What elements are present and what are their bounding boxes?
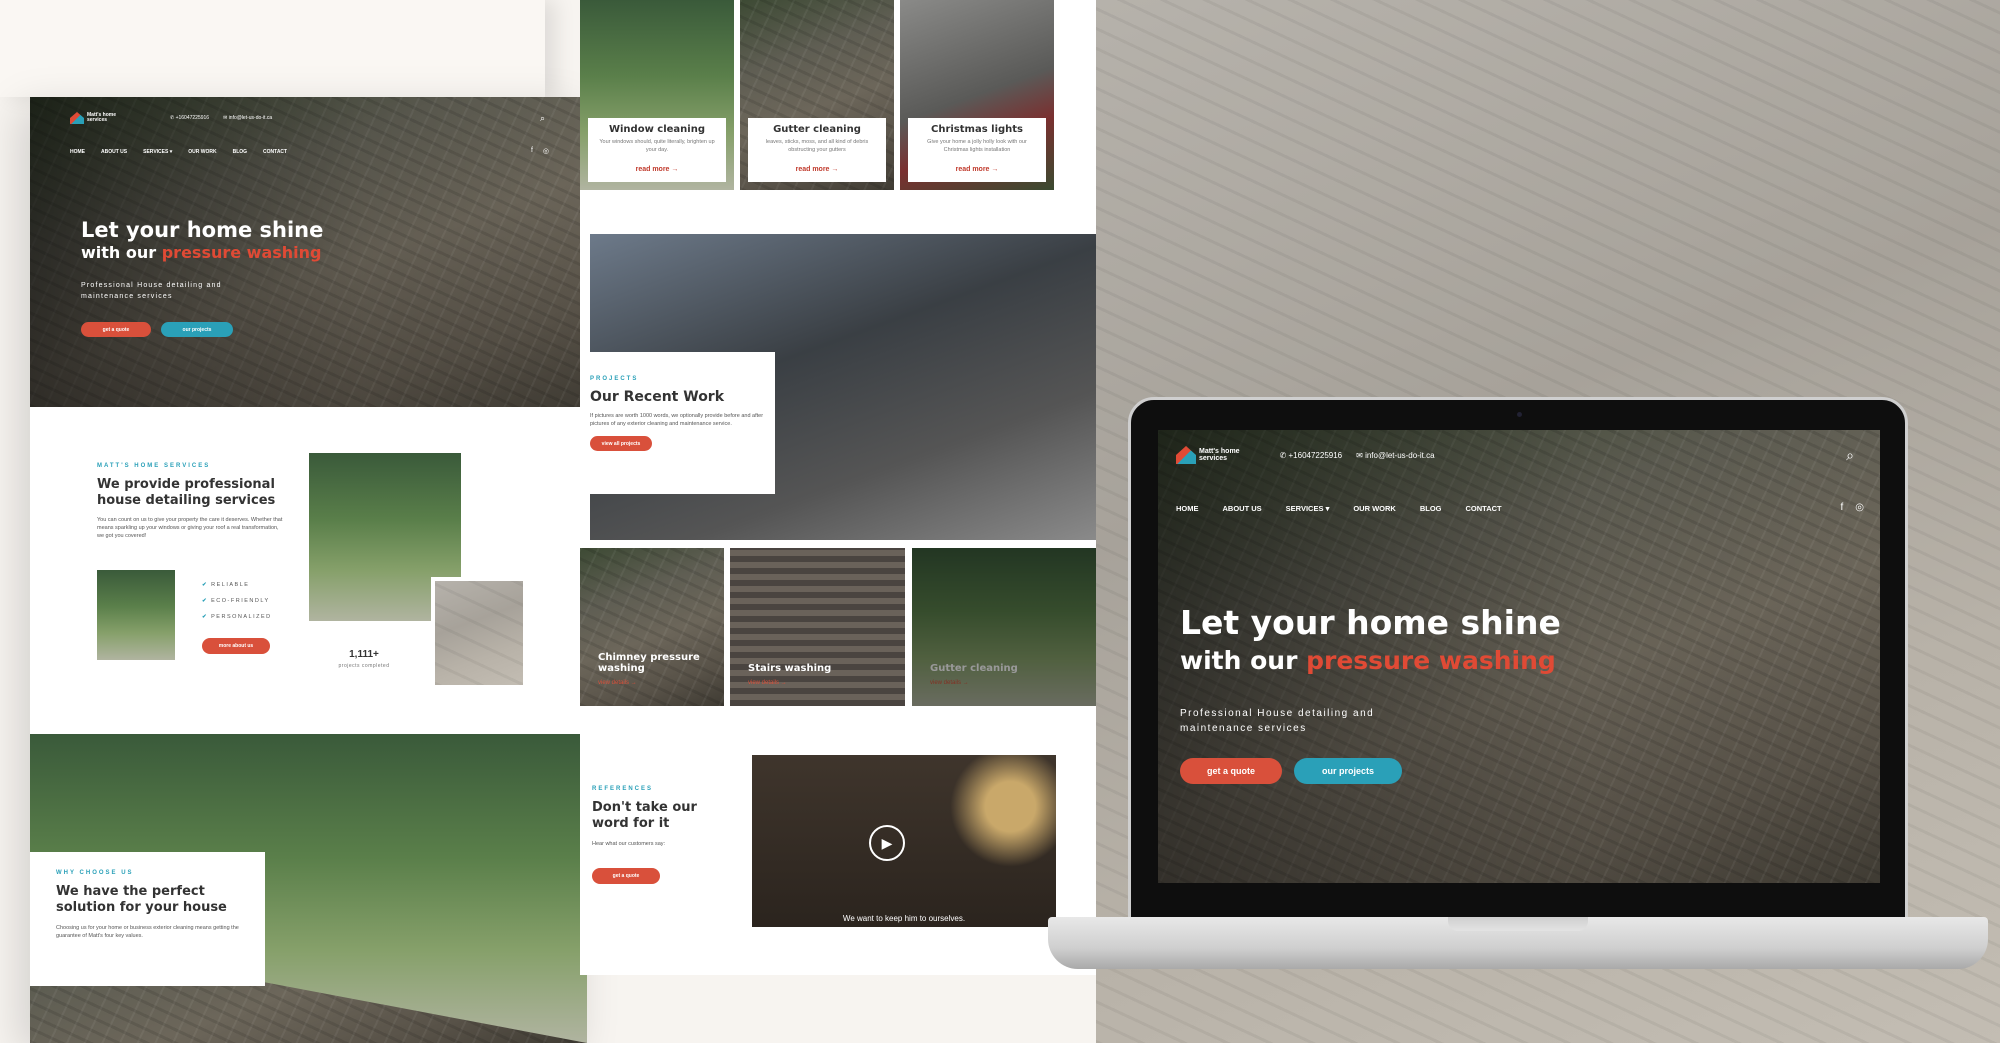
projects-card: PROJECTS Our Recent Work If pictures are… [580,352,775,494]
email-link[interactable]: ✉ info@let-us-do-it.ca [223,115,272,121]
get-quote-button[interactable]: get a quote [81,322,151,337]
webcam-icon [1517,412,1522,417]
instagram-icon[interactable]: ◎ [1855,502,1864,513]
pressure-washing-photo [97,570,175,660]
nav-blog[interactable]: BLOG [233,149,247,155]
check-icon: ✔ [202,614,209,620]
service-card[interactable]: Christmas lights Give your home a jolly h… [900,0,1054,190]
service-card[interactable]: Gutter cleaning leaves, sticks, moss, and… [740,0,894,190]
laptop-mockup: Matt's home services ✆ +16047225916 ✉ inf… [1048,397,1988,980]
brand-logo[interactable]: Matt's home services [70,112,116,124]
why-choose-card: WHY CHOOSE US We have the perfect soluti… [30,852,265,986]
references-title: Don't take our word for it [592,800,697,832]
work-card[interactable]: Stairs washing view details → [730,548,905,706]
house-logo-icon [70,112,84,124]
laptop-notch [1448,917,1588,931]
middle-page-mockup: Window cleaning Your windows should, quit… [580,0,1096,975]
arrow-right-icon: → [630,680,637,686]
nav-services[interactable]: SERVICES ▾ [143,149,172,155]
phone-icon: ✆ [169,115,175,121]
nav-about[interactable]: ABOUT US [101,149,127,155]
email-icon: ✉ [1356,450,1363,460]
main-nav: HOME ABOUT US SERVICES ▾ OUR WORK BLOG C… [1176,504,1502,513]
laptop-base [1048,917,1988,969]
check-icon: ✔ [202,598,209,604]
play-icon[interactable]: ▶ [869,825,905,861]
our-projects-button[interactable]: our projects [161,322,233,337]
arrow-right-icon: → [962,680,969,686]
get-quote-button[interactable]: get a quote [1180,758,1282,784]
house-logo-icon [1176,446,1196,464]
hero-subtitle: Professional House detailing and mainten… [81,282,222,300]
main-nav: HOME ABOUT US SERVICES ▾ OUR WORK BLOG C… [70,149,287,155]
value-checklist: ✔ RELIABLE ✔ ECO-FRIENDLY ✔ PERSONALIZED [202,582,272,620]
laptop-screen: Matt's home services ✆ +16047225916 ✉ inf… [1158,430,1880,883]
view-details-link[interactable]: view details → [598,680,637,686]
arrow-right-icon: → [831,166,839,174]
search-icon[interactable]: ⌕ [540,113,545,124]
arrow-right-icon: → [991,166,999,174]
phone-icon: ✆ [1279,450,1287,460]
facebook-icon[interactable]: f [1840,502,1843,513]
nav-home[interactable]: HOME [70,149,85,155]
email-link[interactable]: ✉ info@let-us-do-it.ca [1356,451,1434,460]
gutter-moss-photo [431,577,527,689]
left-page-mockup: Matt's home services ✆ +16047225916 ✉ inf… [30,97,587,1043]
nav-contact[interactable]: CONTACT [1466,504,1502,513]
nav-blog[interactable]: BLOG [1420,504,1442,513]
hero-title: Let your home shine with our pressure wa… [81,218,324,263]
laptop-lid: Matt's home services ✆ +16047225916 ✉ inf… [1128,397,1908,922]
nav-our-work[interactable]: OUR WORK [1353,504,1396,513]
service-card[interactable]: Window cleaning Your windows should, quit… [580,0,734,190]
about-title: We provide professional house detailing … [97,477,276,509]
about-section: MATT'S HOME SERVICES We provide professi… [97,463,287,540]
testimonial-video[interactable]: ▶ We want to keep him to ourselves. [752,755,1056,927]
phone-link[interactable]: ✆ +16047225916 [1280,451,1343,460]
hero-title: Let your home shine with our pressure wa… [1180,603,1561,675]
chevron-down-icon: ▾ [1325,504,1330,513]
hero-section: Matt's home services ✆ +16047225916 ✉ inf… [30,97,587,407]
nav-about[interactable]: ABOUT US [1223,504,1262,513]
work-card[interactable]: Chimney pressure washing view details → [580,548,724,706]
email-icon: ✉ [223,115,228,121]
instagram-icon[interactable]: ◎ [543,147,549,155]
references-section: REFERENCES Don't take our word for it He… [592,786,732,884]
view-details-link[interactable]: view details → [930,680,969,686]
more-about-us-button[interactable]: more about us [202,638,270,654]
background-paper [0,0,545,97]
phone-link[interactable]: ✆ +16047225916 [170,115,209,121]
view-all-projects-button[interactable]: view all projects [590,436,652,451]
nav-home[interactable]: HOME [1176,504,1199,513]
view-details-link[interactable]: view details → [748,680,787,686]
brand-logo[interactable]: Matt's home services [1176,446,1240,464]
nav-services[interactable]: SERVICES ▾ [1286,504,1330,513]
projects-title: Our Recent Work [590,389,725,405]
arrow-right-icon: → [671,166,679,174]
read-more-link[interactable]: read more → [956,166,999,173]
nav-our-work[interactable]: OUR WORK [188,149,216,155]
read-more-link[interactable]: read more → [636,166,679,173]
hero-subtitle: Professional House detailing and mainten… [1180,708,1375,734]
check-icon: ✔ [202,582,209,588]
why-title: We have the perfect solution for your ho… [56,884,227,916]
arrow-right-icon: → [780,680,787,686]
read-more-link[interactable]: read more → [796,166,839,173]
search-icon[interactable]: ⌕ [1846,447,1854,464]
get-quote-button[interactable]: get a quote [592,867,660,884]
nav-contact[interactable]: CONTACT [263,149,287,155]
chevron-down-icon: ▾ [169,149,173,155]
facebook-icon[interactable]: f [531,147,533,155]
video-caption: We want to keep him to ourselves. [842,914,966,923]
our-projects-button[interactable]: our projects [1294,758,1402,784]
projects-stat-card: 1,111+ projects completed [320,641,408,681]
